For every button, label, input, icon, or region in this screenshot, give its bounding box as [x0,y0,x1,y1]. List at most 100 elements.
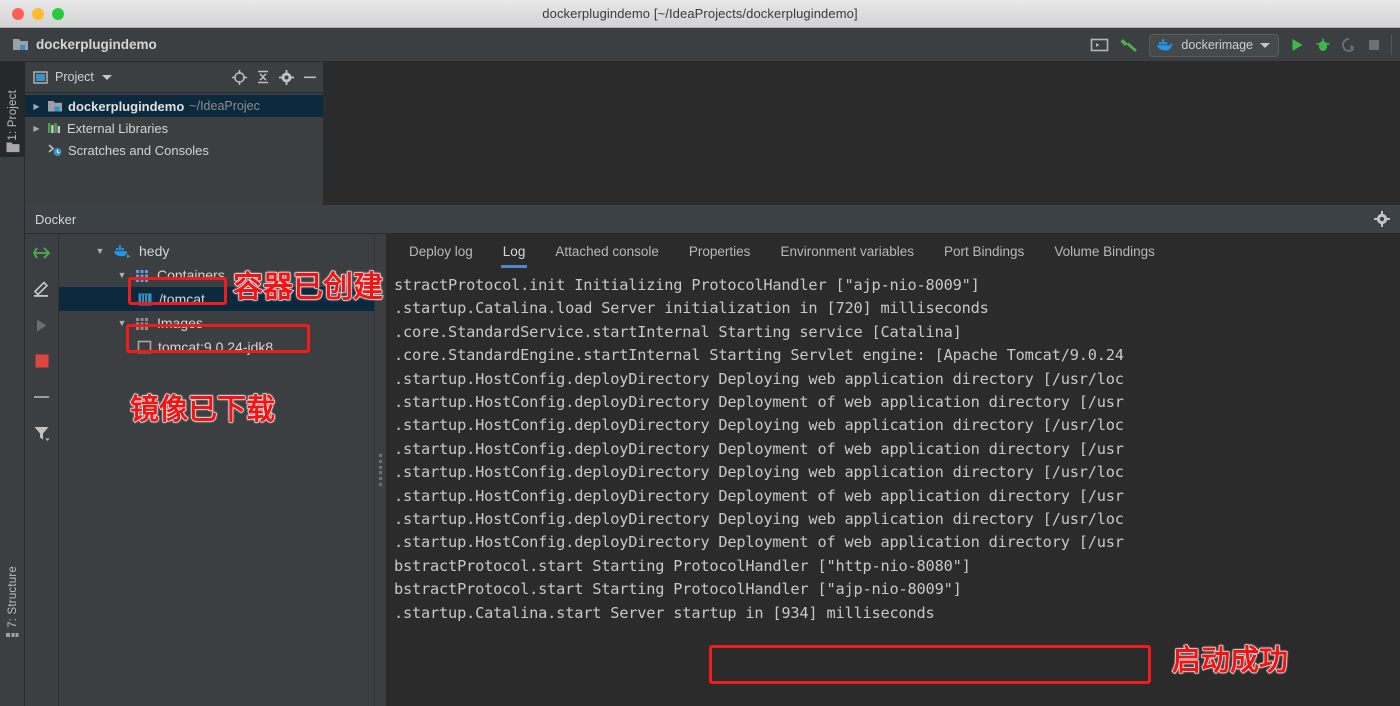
module-icon [47,99,63,113]
collapse-arrow-icon[interactable]: ▼ [93,246,107,256]
annotation-image-downloaded: 镜像已下载 [129,392,276,427]
sidebar-item-project[interactable]: 1: Project [0,62,25,157]
left-tool-strip: 1: Project 7: Structure orites [0,62,25,706]
toolbar-divider [1391,35,1392,55]
settings-gear-icon[interactable] [279,69,294,85]
locate-icon[interactable] [232,69,247,85]
build-hammer-icon[interactable] [1119,36,1139,54]
expand-arrow-icon[interactable]: ▶ [31,102,42,111]
log-line: .startup.HostConfig.deployDirectory Depl… [394,533,1124,552]
log-line: stractProtocol.init Initializing Protoco… [394,276,980,294]
tab-label: Port Bindings [944,243,1025,259]
project-panel-title: Project [55,70,94,84]
tree-item-label: /tomcat [159,291,205,307]
run-icon[interactable] [31,314,53,336]
edit-icon[interactable] [31,278,53,300]
tree-row[interactable]: ▶ External Libraries [25,117,323,139]
project-view-chevron-icon[interactable] [101,74,112,80]
terminal-icon[interactable] [1090,37,1109,53]
tree-row[interactable]: Scratches and Consoles [25,139,323,161]
tab-label: Deploy log [409,243,473,259]
stop-icon[interactable] [31,350,53,372]
sidebar-item-favorites[interactable]: orites [0,682,25,706]
tab-label: Environment variables [780,243,915,259]
container-icon [137,292,153,307]
docker-settings-gear-icon[interactable] [1374,211,1390,227]
tree-item-label: Containers [157,267,225,283]
log-line: .startup.Catalina.start Server startup i… [394,603,935,622]
scratches-icon [47,143,63,157]
tab-deploy-log[interactable]: Deploy log [394,234,488,268]
editor-area [323,62,1400,205]
tree-item-label: Scratches and Consoles [68,142,209,158]
deploy-icon[interactable] [31,242,53,264]
tree-item-label: hedy [139,243,170,259]
minimize-window-button[interactable] [32,8,44,20]
splitter-grip [379,454,382,486]
tab-label: Volume Bindings [1054,243,1155,259]
docker-panel-header: Docker [25,205,1400,234]
log-line: .startup.Catalina.load Server initializa… [394,299,989,318]
filter-icon[interactable] [31,422,53,444]
log-line: .startup.HostConfig.deployDirectory Depl… [394,510,1124,529]
docker-tabs: Deploy log Log Attached console Properti… [386,234,1400,268]
stop-icon[interactable] [1367,38,1381,52]
collapse-all-icon[interactable] [256,70,270,84]
run-icon[interactable] [1289,37,1305,53]
libraries-icon [47,121,62,135]
window-controls [12,8,64,20]
chevron-down-icon [1260,42,1270,48]
tree-item-label: Images [157,315,203,331]
expand-arrow-icon[interactable]: ▶ [31,124,42,133]
close-window-button[interactable] [12,8,24,20]
remove-icon[interactable] [31,386,53,408]
sidebar-item-project-label: 1: Project [6,90,19,141]
log-line: .startup.HostConfig.deployDirectory Depl… [394,486,1124,505]
log-line: .startup.HostConfig.deployDirectory Depl… [394,416,1124,435]
tab-log[interactable]: Log [488,234,541,268]
project-panel-tools [232,69,317,85]
log-line: .startup.HostConfig.deployDirectory Depl… [394,463,1124,482]
run-configuration-selector[interactable]: dockerimage [1149,33,1279,57]
log-line: bstractProtocol.start Starting ProtocolH… [394,556,971,575]
tree-row-connection[interactable]: ▼ hedy [59,239,374,263]
docker-actions-toolbar [25,234,59,706]
log-line: .core.StandardEngine.startInternal Start… [394,346,1124,365]
tab-volume-bindings[interactable]: Volume Bindings [1039,234,1170,268]
docker-detail-panel: Deploy log Log Attached console Properti… [386,234,1400,706]
tab-port-bindings[interactable]: Port Bindings [929,234,1039,268]
structure-icon [6,628,19,638]
tab-attached-console[interactable]: Attached console [540,234,674,268]
project-folder-icon [6,141,20,153]
log-line: .startup.HostConfig.deployDirectory Depl… [394,439,1124,458]
project-name: dockerplugindemo [36,37,157,52]
tree-row-images-group[interactable]: ▼ Images [59,311,374,335]
docker-tool-window: Docker ▼ hedy ▼ Containers /tomcat ▼ Ima… [25,205,1400,706]
tree-item-path: ~/IdeaProjec [189,99,260,113]
hide-icon[interactable] [303,74,317,80]
sidebar-item-structure[interactable]: 7: Structure [0,547,25,642]
debug-icon[interactable] [1315,37,1331,53]
breadcrumb[interactable]: dockerplugindemo [12,37,157,52]
images-group-icon [135,316,151,331]
annotation-startup-success: 启动成功 [1171,643,1289,678]
collapse-arrow-icon[interactable]: ▼ [115,270,129,280]
collapse-arrow-icon[interactable]: ▼ [115,318,129,328]
maximize-window-button[interactable] [52,8,64,20]
run-with-coverage-icon[interactable] [1341,37,1357,53]
project-panel-header: Project [25,62,323,93]
tab-label: Log [502,243,526,259]
tab-properties[interactable]: Properties [674,234,766,268]
tree-row-image-tomcat[interactable]: tomcat:9.0.24-jdk8 [59,335,374,359]
tree-item-label: dockerplugindemo [68,98,185,114]
tab-environment-variables[interactable]: Environment variables [765,234,929,268]
ide-toolbar: dockerplugindemo dockerimage [0,28,1400,62]
docker-connection-icon [113,244,133,259]
sidebar-item-structure-label: 7: Structure [6,566,19,628]
ide-window: dockerplugindemo [~/IdeaProjects/dockerp… [0,0,1400,706]
tree-row[interactable]: ▶ dockerplugindemo ~/IdeaProjec [25,95,323,117]
image-icon [137,340,152,354]
log-line: .startup.HostConfig.deployDirectory Depl… [394,393,1124,412]
tree-item-label: External Libraries [67,120,169,136]
project-tree: ▶ dockerplugindemo ~/IdeaProjec ▶ Extern… [25,93,323,161]
